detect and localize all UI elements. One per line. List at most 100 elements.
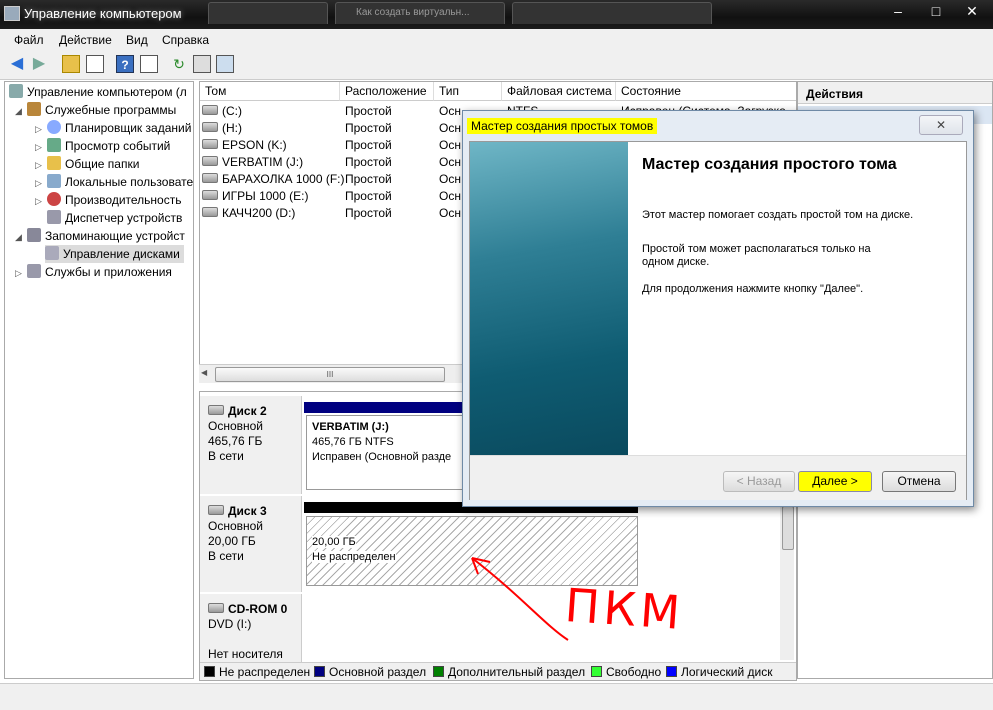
collapse-arrow-icon[interactable]: ▷ bbox=[35, 124, 42, 135]
legend-logical: Логический диск bbox=[666, 663, 773, 680]
tree-device-manager[interactable]: Диспетчер устройств bbox=[47, 209, 182, 227]
wizard-body: Мастер создания простого тома Этот масте… bbox=[469, 141, 967, 500]
help-icon[interactable]: ? bbox=[116, 55, 134, 73]
clock-icon bbox=[47, 120, 61, 134]
console-tree: Управление компьютером (л ◢ Служебные пр… bbox=[4, 81, 194, 679]
collapse-arrow-icon[interactable]: ▷ bbox=[15, 268, 22, 279]
collapse-arrow-icon[interactable]: ▷ bbox=[35, 160, 42, 171]
disk3-info[interactable]: Диск 3 Основной 20,00 ГБ В сети bbox=[200, 496, 302, 592]
legend-bar: Не распределен Основной раздел Дополните… bbox=[200, 662, 796, 680]
wizard-text-info: Простой том может располагаться только н… bbox=[642, 243, 871, 268]
tree-services-apps[interactable]: Службы и приложения bbox=[27, 263, 172, 281]
tree-event-viewer[interactable]: Просмотр событий bbox=[47, 137, 170, 155]
expand-arrow-icon[interactable]: ◢ bbox=[15, 106, 22, 117]
scroll-thumb[interactable] bbox=[782, 506, 794, 550]
legend-free: Свободно bbox=[591, 663, 661, 680]
disk-icon bbox=[208, 405, 224, 415]
drive-icon bbox=[202, 156, 218, 166]
background-tab-3[interactable] bbox=[512, 2, 712, 24]
drive-icon bbox=[202, 122, 218, 132]
tree-local-users[interactable]: Локальные пользовате bbox=[47, 173, 193, 191]
actions-header: Действия bbox=[798, 82, 992, 104]
disk2-partition[interactable]: VERBATIM (J:) 465,76 ГБ NTFS Исправен (О… bbox=[306, 415, 472, 490]
storage-icon bbox=[27, 228, 41, 242]
wizard-banner-image bbox=[470, 142, 628, 455]
scroll-thumb[interactable]: III bbox=[215, 367, 445, 382]
computer-icon bbox=[9, 84, 23, 98]
column-header-status[interactable]: Состояние bbox=[616, 82, 796, 101]
collapse-arrow-icon[interactable]: ▷ bbox=[35, 178, 42, 189]
drive-icon bbox=[202, 139, 218, 149]
back-button[interactable]: < Назад bbox=[723, 471, 795, 492]
disk-icon bbox=[208, 505, 224, 515]
background-tab-2[interactable]: Как создать виртуальн... bbox=[335, 2, 505, 24]
legend-extended: Дополнительный раздел bbox=[433, 663, 585, 680]
wizard-button-bar: < Назад Далее > Отмена bbox=[470, 455, 966, 500]
tree-service-tools[interactable]: Служебные программы bbox=[27, 101, 176, 119]
toolbar: ◀ ▶ ? ↻ bbox=[0, 51, 993, 80]
menu-view[interactable]: Вид bbox=[126, 33, 148, 47]
collapse-arrow-icon[interactable]: ▷ bbox=[35, 142, 42, 153]
wizard-text-continue: Для продолжения нажмите кнопку "Далее". bbox=[642, 283, 864, 295]
up-folder-icon[interactable] bbox=[62, 55, 80, 73]
disk2-partition-bar bbox=[304, 402, 474, 413]
maximize-button[interactable]: □ bbox=[916, 1, 956, 21]
tools-icon bbox=[27, 102, 41, 116]
menu-action[interactable]: Действие bbox=[59, 33, 112, 47]
tree-root[interactable]: Управление компьютером (л bbox=[9, 83, 187, 101]
drive-icon bbox=[202, 105, 218, 115]
minimize-button[interactable]: – bbox=[878, 1, 918, 21]
background-tab-1[interactable] bbox=[208, 2, 328, 24]
services-icon bbox=[27, 264, 41, 278]
drive-icon bbox=[202, 190, 218, 200]
forward-arrow-icon[interactable]: ▶ bbox=[30, 55, 48, 73]
scroll-left-icon[interactable]: ◀ bbox=[201, 368, 207, 377]
tree-scheduler[interactable]: Планировщик заданий bbox=[47, 119, 191, 137]
tree-performance[interactable]: Производительность bbox=[47, 191, 181, 209]
settings-icon[interactable] bbox=[216, 55, 234, 73]
next-button[interactable]: Далее > bbox=[798, 471, 872, 492]
wizard-title: Мастер создания простых томов bbox=[467, 118, 658, 134]
window-title: Управление компьютером bbox=[24, 6, 182, 21]
wizard-heading: Мастер создания простого тома bbox=[642, 156, 897, 173]
drive-icon bbox=[202, 207, 218, 217]
disk2-info[interactable]: Диск 2 Основной 465,76 ГБ В сети bbox=[200, 396, 302, 494]
disk-management-icon bbox=[45, 246, 59, 260]
expand-arrow-icon[interactable]: ◢ bbox=[15, 232, 22, 243]
drive-icon bbox=[202, 173, 218, 183]
status-bar bbox=[0, 683, 993, 710]
legend-primary: Основной раздел bbox=[314, 663, 426, 680]
show-tree-icon[interactable] bbox=[86, 55, 104, 73]
annotation-text: ПКМ bbox=[563, 577, 686, 641]
column-header-type[interactable]: Тип bbox=[434, 82, 502, 101]
wizard-text-intro: Этот мастер помогает создать простой том… bbox=[642, 209, 914, 221]
wizard-close-button[interactable]: ✕ bbox=[919, 115, 963, 135]
window-title-bar: Управление компьютером Как создать вирту… bbox=[0, 0, 993, 29]
column-header-location[interactable]: Расположение bbox=[340, 82, 434, 101]
legend-unallocated: Не распределен bbox=[204, 663, 310, 680]
event-viewer-icon bbox=[47, 138, 61, 152]
column-header-filesystem[interactable]: Файловая система bbox=[502, 82, 616, 101]
collapse-arrow-icon[interactable]: ▷ bbox=[35, 196, 42, 207]
cancel-button[interactable]: Отмена bbox=[882, 471, 956, 492]
cdrom-info[interactable]: CD-ROM 0 DVD (I:) Нет носителя bbox=[200, 594, 302, 662]
column-header-volume[interactable]: Том bbox=[200, 82, 340, 101]
simple-volume-wizard-dialog: Мастер создания простых томов ✕ Мастер с… bbox=[462, 110, 974, 507]
device-manager-icon bbox=[47, 210, 61, 224]
refresh-icon[interactable]: ↻ bbox=[170, 55, 188, 73]
tree-shared-folders[interactable]: Общие папки bbox=[47, 155, 139, 173]
users-icon bbox=[47, 174, 61, 188]
show-pane-icon[interactable] bbox=[140, 55, 158, 73]
back-arrow-icon[interactable]: ◀ bbox=[8, 55, 26, 73]
tree-disk-management[interactable]: Управление дисками bbox=[45, 245, 184, 263]
tree-storage[interactable]: Запоминающие устройст bbox=[27, 227, 185, 245]
properties-icon[interactable] bbox=[193, 55, 211, 73]
vertical-scrollbar[interactable] bbox=[780, 502, 794, 660]
cdrom-icon bbox=[208, 603, 224, 613]
menu-bar: Файл Действие Вид Справка bbox=[0, 29, 993, 51]
menu-file[interactable]: Файл bbox=[14, 33, 44, 47]
close-button[interactable]: ✕ bbox=[952, 1, 992, 21]
menu-help[interactable]: Справка bbox=[162, 33, 209, 47]
shared-folder-icon bbox=[47, 156, 61, 170]
computer-management-icon bbox=[4, 6, 20, 21]
